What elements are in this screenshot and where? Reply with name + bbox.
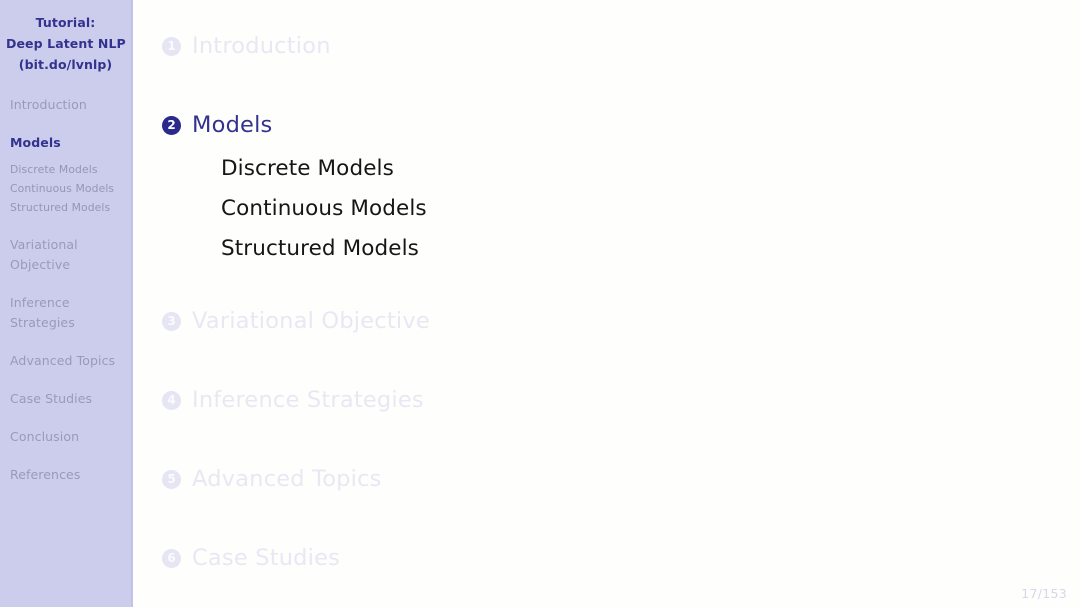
toc-entry-inference-strategies[interactable]: 4 Inference Strategies	[162, 384, 1080, 416]
presentation-slide: Tutorial: Deep Latent NLP (bit.do/lvnlp)…	[0, 0, 1080, 607]
toc-entry-advanced-topics[interactable]: 5 Advanced Topics	[162, 463, 1080, 495]
toc-label-case-studies: Case Studies	[192, 545, 341, 571]
sidebar-item-models[interactable]: Models	[0, 133, 131, 153]
sidebar-item-variational-objective[interactable]: Variational Objective	[0, 235, 131, 275]
section-number-badge: 2	[162, 115, 181, 135]
toc-entry-variational-objective[interactable]: 3 Variational Objective	[162, 305, 1080, 337]
sidebar-item-inference-strategies[interactable]: Inference Strategies	[0, 293, 131, 333]
sidebar-title-line-2: Deep Latent NLP	[6, 36, 126, 51]
page-number: 17/153	[1021, 586, 1067, 601]
section-number-badge: 6	[162, 548, 181, 568]
sidebar-item-case-studies[interactable]: Case Studies	[0, 389, 131, 409]
sidebar-title: Tutorial: Deep Latent NLP (bit.do/lvnlp)	[0, 0, 131, 75]
section-number-badge: 5	[162, 469, 181, 489]
sidebar-item-inference-strategies-line-1: Inference	[10, 295, 70, 310]
sidebar-item-references[interactable]: References	[0, 465, 131, 485]
toc-subsection-list: Discrete Models Continuous Models Struct…	[162, 149, 1080, 269]
sidebar-item-introduction[interactable]: Introduction	[0, 95, 131, 115]
sidebar-title-line-1: Tutorial:	[35, 15, 96, 30]
toc-label-models: Models	[192, 112, 273, 138]
toc-subsection-structured-models[interactable]: Structured Models	[221, 229, 1080, 269]
toc-label-inference-strategies: Inference Strategies	[192, 387, 424, 413]
toc-subsection-discrete-models[interactable]: Discrete Models	[221, 149, 1080, 189]
sidebar-item-variational-objective-line-1: Variational	[10, 237, 78, 252]
sidebar-item-inference-strategies-line-2: Strategies	[10, 315, 75, 330]
toc-label-advanced-topics: Advanced Topics	[192, 466, 382, 492]
slide-content: 1 Introduction 2 Models Discrete Models …	[133, 0, 1080, 607]
sidebar-item-conclusion[interactable]: Conclusion	[0, 427, 131, 447]
sidebar-subitem-discrete-models[interactable]: Discrete Models	[0, 160, 131, 179]
toc-entry-models[interactable]: 2 Models	[162, 109, 1080, 141]
section-number-badge: 3	[162, 311, 181, 331]
sidebar-item-variational-objective-line-2: Objective	[10, 257, 71, 272]
sidebar-item-advanced-topics[interactable]: Advanced Topics	[0, 351, 131, 371]
section-number-badge: 4	[162, 390, 181, 410]
sidebar-subitem-continuous-models[interactable]: Continuous Models	[0, 179, 131, 198]
sidebar-nav: Introduction Models Discrete Models Cont…	[0, 95, 131, 485]
toc-label-introduction: Introduction	[192, 33, 331, 59]
section-number-badge: 1	[162, 36, 181, 56]
toc-label-variational-objective: Variational Objective	[192, 308, 430, 334]
sidebar-title-line-3: (bit.do/lvnlp)	[18, 57, 113, 72]
toc-entry-introduction[interactable]: 1 Introduction	[162, 30, 1080, 62]
sidebar-subitem-structured-models[interactable]: Structured Models	[0, 198, 131, 217]
sidebar: Tutorial: Deep Latent NLP (bit.do/lvnlp)…	[0, 0, 133, 607]
toc-subsection-continuous-models[interactable]: Continuous Models	[221, 189, 1080, 229]
table-of-contents: 1 Introduction 2 Models Discrete Models …	[133, 30, 1080, 574]
toc-entry-case-studies[interactable]: 6 Case Studies	[162, 542, 1080, 574]
